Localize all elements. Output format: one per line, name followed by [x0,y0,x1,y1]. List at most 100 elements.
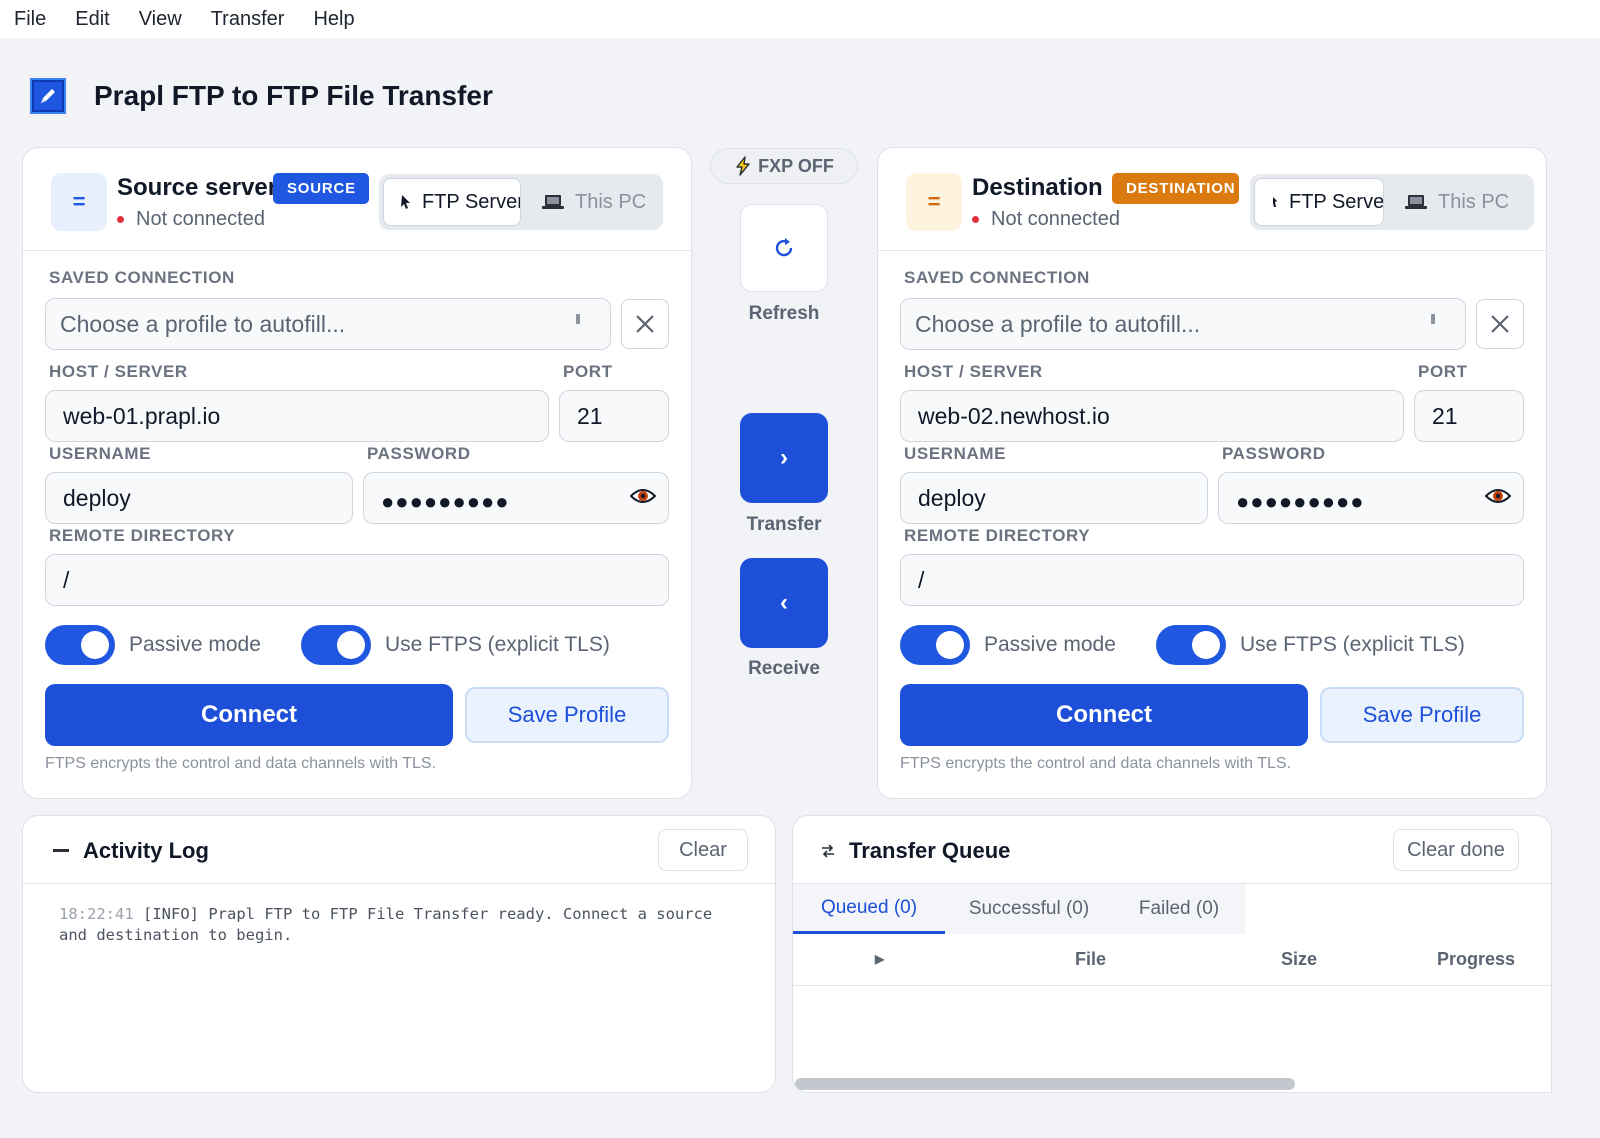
log-icon [53,847,69,855]
tab-failed[interactable]: Failed (0) [1113,884,1245,934]
expand-caret-icon[interactable]: ▶ [875,952,884,966]
source-connect-button[interactable]: Connect [45,684,453,746]
source-clear-profile-button[interactable] [621,299,669,349]
source-panel-header: = Source server SOURCE Not connected FTP… [23,148,691,251]
destination-profile-select[interactable]: Choose a profile to autofill... [900,298,1466,350]
destination-port-input[interactable]: 21 [1414,390,1524,442]
transfer-queue-title-text: Transfer Queue [849,838,1011,863]
clear-log-button[interactable]: Clear [658,829,748,871]
transfer-button[interactable]: › [740,413,828,503]
source-tab-ftp-label: FTP Server [422,190,521,213]
source-tab-this-pc[interactable]: This PC [527,178,657,226]
source-username-input[interactable]: deploy [45,472,353,524]
source-title: Source server [117,174,278,201]
destination-username-label: USERNAME [904,444,1007,463]
column-progress[interactable]: Progress [1437,949,1515,970]
source-panel: = Source server SOURCE Not connected FTP… [22,147,692,799]
log-entry-level: [INFO] [143,905,199,923]
source-passive-toggle[interactable] [45,625,115,665]
destination-password-label: PASSWORD [1222,444,1326,463]
laptop-icon [541,193,565,211]
source-ftps-toggle[interactable] [301,625,371,665]
destination-clear-profile-button[interactable] [1476,299,1524,349]
log-entry: 18:22:41 [INFO] Prapl FTP to FTP File Tr… [59,904,739,946]
destination-hint: FTPS encrypts the control and data chann… [900,755,1292,772]
pointer-icon [1271,195,1279,209]
destination-username-input[interactable]: deploy [900,472,1208,524]
destination-ftps-row: Use FTPS (explicit TLS) [1156,625,1465,665]
source-tab-ftp-server[interactable]: FTP Server [383,178,521,226]
horizontal-scrollbar[interactable] [795,1078,1295,1090]
chevron-left-icon: ‹ [780,589,788,616]
destination-tab-ftp-server[interactable]: FTP Server [1254,178,1384,226]
column-size[interactable]: Size [1281,949,1317,970]
fxp-toggle[interactable]: FXP OFF [710,148,858,184]
destination-panel: = Destination DESTINATION Not connected … [877,147,1547,799]
source-directory-input[interactable]: / [45,554,669,606]
menu-bar: File Edit View Transfer Help [0,0,1600,38]
destination-passive-row: Passive mode [900,625,1116,665]
menu-edit[interactable]: Edit [75,8,109,31]
source-profile-select[interactable]: Choose a profile to autofill... [45,298,611,350]
destination-save-profile-button[interactable]: Save Profile [1320,687,1524,743]
destination-directory-input[interactable]: / [900,554,1524,606]
source-save-profile-button[interactable]: Save Profile [465,687,669,743]
app-header: Prapl FTP to FTP File Transfer [30,76,493,116]
close-icon [1491,315,1509,333]
swap-icon [821,844,835,858]
destination-panel-header: = Destination DESTINATION Not connected … [878,148,1546,251]
activity-log-title: Activity Log [53,838,209,864]
receive-button[interactable]: ‹ [740,558,828,648]
destination-mode-switch: FTP Server This PC [1250,174,1534,230]
source-password-input[interactable]: ●●●●●●●●● [363,472,669,524]
eye-icon[interactable] [1484,485,1512,512]
transfer-queue-panel: Transfer Queue Clear done Queued (0) Suc… [792,815,1552,1093]
menu-help[interactable]: Help [313,8,354,31]
destination-title: Destination [972,174,1103,201]
destination-port-label: PORT [1418,362,1468,381]
eye-icon[interactable] [629,485,657,512]
menu-transfer[interactable]: Transfer [211,8,285,31]
destination-password-input[interactable]: ●●●●●●●●● [1218,472,1524,524]
menu-view[interactable]: View [139,8,182,31]
source-password-label: PASSWORD [367,444,471,463]
source-host-input[interactable]: web-01.prapl.io [45,390,549,442]
destination-connect-button[interactable]: Connect [900,684,1308,746]
destination-host-input[interactable]: web-02.newhost.io [900,390,1404,442]
chevron-right-icon: › [780,444,788,471]
menu-file[interactable]: File [14,8,46,31]
destination-status-text: Not connected [991,208,1120,230]
queue-tabs: Queued (0) Successful (0) Failed (0) [793,884,1245,934]
source-username-label: USERNAME [49,444,152,463]
status-dot [117,216,124,223]
destination-tab-this-pc[interactable]: This PC [1390,178,1520,226]
destination-ftps-toggle[interactable] [1156,625,1226,665]
transfer-label: Transfer [746,514,822,535]
status-dot [972,216,979,223]
pointer-icon [400,194,412,210]
destination-ftps-label: Use FTPS (explicit TLS) [1240,633,1465,656]
destination-passive-toggle[interactable] [900,625,970,665]
column-file[interactable]: File [1075,949,1106,970]
chevron-down-icon [576,314,580,324]
source-ftps-row: Use FTPS (explicit TLS) [301,625,610,665]
source-saved-label: SAVED CONNECTION [49,268,235,287]
pencil-icon [30,78,66,114]
source-passive-row: Passive mode [45,625,261,665]
destination-password-value: ●●●●●●●●● [1236,489,1365,514]
clear-done-button[interactable]: Clear done [1393,829,1519,871]
refresh-label: Refresh [748,303,820,324]
activity-log-header: Activity Log Clear [23,816,775,884]
log-entry-time: 18:22:41 [59,905,134,923]
source-port-input[interactable]: 21 [559,390,669,442]
source-host-label: HOST / SERVER [49,362,188,381]
destination-directory-label: REMOTE DIRECTORY [904,526,1091,545]
tab-successful[interactable]: Successful (0) [945,884,1113,934]
refresh-icon [775,238,793,257]
refresh-button[interactable] [740,204,828,292]
transfer-queue-title: Transfer Queue [821,838,1010,864]
source-tab-pc-label: This PC [575,190,647,213]
tab-queued[interactable]: Queued (0) [793,884,945,934]
activity-log-panel: Activity Log Clear 18:22:41 [INFO] Prapl… [22,815,776,1093]
destination-passive-label: Passive mode [984,633,1116,656]
